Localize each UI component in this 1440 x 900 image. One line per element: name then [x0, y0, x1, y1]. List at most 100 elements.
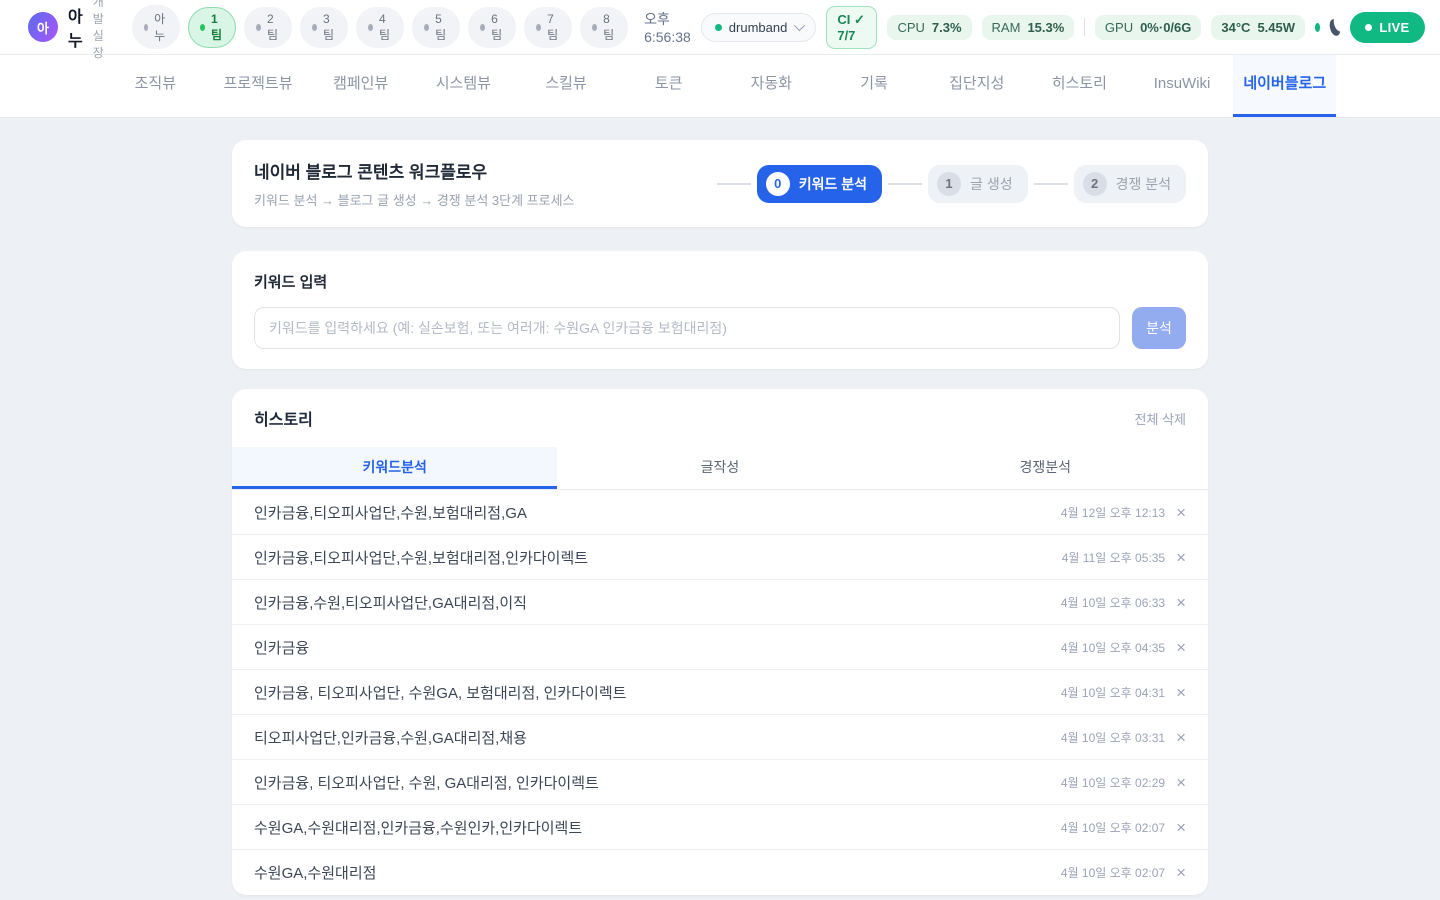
workflow-heading: 네이버 블로그 콘텐츠 워크플로우 키워드 분석 → 블로그 글 생성 → 경쟁… [254, 158, 575, 209]
step-connector [717, 183, 751, 185]
history-card: 히스토리 전체 삭제 키워드분석 글작성 경쟁분석 인카금융,티오피사업단,수원… [232, 389, 1208, 895]
nav-tab[interactable]: 네이버블로그 [1233, 55, 1336, 117]
history-keywords: 인카금융,티오피사업단,수원,보험대리점,인카다이렉트 [254, 547, 588, 568]
nav-tab[interactable]: 캠페인뷰 [309, 55, 412, 117]
history-row[interactable]: 수원GA,수원대리점 4월 10일 오후 02:07 × [232, 850, 1208, 895]
history-row[interactable]: 수원GA,수원대리점,인카금융,수원인카,인카다이렉트 4월 10일 오후 02… [232, 805, 1208, 850]
clock: 오후 6:56:38 [644, 9, 691, 45]
team-badge[interactable]: 7팀 [524, 7, 572, 48]
team-badge[interactable]: 1팀 [188, 7, 236, 48]
nav-tab[interactable]: InsuWiki [1131, 55, 1234, 117]
history-row[interactable]: 인카금융,수원,티오피사업단,GA대리점,이직 4월 10일 오후 06:33 … [232, 580, 1208, 625]
history-row[interactable]: 인카금융,티오피사업단,수원,보험대리점,인카다이렉트 4월 11일 오후 05… [232, 535, 1208, 580]
history-date: 4월 10일 오후 02:07 [1061, 864, 1165, 881]
team-badge-label: 6팀 [491, 12, 504, 43]
team-badge-label: 1팀 [211, 12, 224, 43]
history-keywords: 인카금융,티오피사업단,수원,보험대리점,GA [254, 502, 527, 523]
close-icon[interactable]: × [1176, 684, 1186, 701]
live-dot-icon [1365, 24, 1372, 31]
analyze-button[interactable]: 분석 [1132, 307, 1186, 349]
team-badge[interactable]: 3팀 [300, 7, 348, 48]
nav-tab[interactable]: 시스템뷰 [412, 55, 515, 117]
workflow-subtitle: 키워드 분석 → 블로그 글 생성 → 경쟁 분석 3단계 프로세스 [254, 190, 575, 209]
team-badge[interactable]: 8팀 [580, 7, 628, 48]
user-role: 개발실장 [93, 0, 104, 61]
history-date: 4월 10일 오후 02:07 [1061, 819, 1165, 836]
avatar[interactable]: 아 [28, 12, 58, 42]
nav-tab[interactable]: 스킬뷰 [515, 55, 618, 117]
nav-tab[interactable]: 토큰 [617, 55, 720, 117]
team-dot-icon [368, 24, 373, 31]
nav-tab[interactable]: 집단지성 [925, 55, 1028, 117]
team-badge-label: 8팀 [603, 12, 616, 43]
history-row[interactable]: 인카금융 4월 10일 오후 04:35 × [232, 625, 1208, 670]
step-label: 키워드 분석 [799, 174, 867, 194]
cpu-badge: CPU 7.3% [887, 15, 971, 40]
team-badge[interactable]: 2팀 [244, 7, 292, 48]
history-keywords: 수원GA,수원대리점 [254, 862, 376, 883]
history-row[interactable]: 인카금융, 티오피사업단, 수원, GA대리점, 인카다이렉트 4월 10일 오… [232, 760, 1208, 805]
team-badge-label: 2팀 [267, 12, 280, 43]
workflow-card: 네이버 블로그 콘텐츠 워크플로우 키워드 분석 → 블로그 글 생성 → 경쟁… [232, 140, 1208, 227]
keyword-input-title: 키워드 입력 [254, 271, 1186, 292]
history-date: 4월 10일 오후 02:29 [1061, 774, 1165, 791]
header-right: drumband CI ✓ 7/7 CPU 7.3% RAM 15.3% GPU… [701, 6, 1425, 49]
power-value: 5.45W [1257, 20, 1295, 35]
ram-value: 15.3% [1027, 20, 1064, 35]
history-keywords: 인카금융,수원,티오피사업단,GA대리점,이직 [254, 592, 527, 613]
history-row[interactable]: 인카금융, 티오피사업단, 수원GA, 보험대리점, 인카다이렉트 4월 10일… [232, 670, 1208, 715]
team-dot-icon [480, 24, 485, 31]
close-icon[interactable]: × [1176, 729, 1186, 746]
team-badge[interactable]: 아누 [132, 5, 180, 49]
temp-value: 34°C [1221, 20, 1250, 35]
workflow-steps: 0 키워드 분석 1 글 생성 [711, 165, 1186, 203]
history-row[interactable]: 티오피사업단,인카금융,수원,GA대리점,채용 4월 10일 오후 03:31 … [232, 715, 1208, 760]
history-row[interactable]: 인카금융,티오피사업단,수원,보험대리점,GA 4월 12일 오후 12:13 … [232, 490, 1208, 535]
chevron-down-icon [794, 20, 805, 31]
workflow-step[interactable]: 1 글 생성 [882, 165, 1028, 203]
close-icon[interactable]: × [1176, 819, 1186, 836]
team-badge[interactable]: 5팀 [412, 7, 460, 48]
nav-tab[interactable]: 기록 [823, 55, 926, 117]
history-tab[interactable]: 경쟁분석 [883, 447, 1208, 489]
gpu-value: 0%·0/6G [1140, 20, 1191, 35]
team-badge[interactable]: 4팀 [356, 7, 404, 48]
main-nav: 조직뷰 프로젝트뷰 캠페인뷰 시스템뷰 스킬뷰 토큰 자동화 기록 집단지성 히… [0, 55, 1440, 118]
step-number: 1 [937, 172, 961, 196]
history-date: 4월 10일 오후 06:33 [1061, 594, 1165, 611]
team-badge-group: 아누 1팀 2팀 3팀 4팀 5팀 [132, 5, 628, 49]
history-tab[interactable]: 글작성 [557, 447, 882, 489]
team-dot-icon [256, 24, 261, 31]
step-number: 2 [1083, 172, 1107, 196]
clear-all-button[interactable]: 전체 삭제 [1135, 409, 1186, 428]
live-button[interactable]: LIVE [1350, 12, 1424, 43]
workflow-step[interactable]: 2 경쟁 분석 [1028, 165, 1186, 203]
workflow-step[interactable]: 0 키워드 분석 [711, 165, 882, 203]
close-icon[interactable]: × [1176, 774, 1186, 791]
nav-tab[interactable]: 자동화 [720, 55, 823, 117]
close-icon[interactable]: × [1176, 864, 1186, 881]
team-badge[interactable]: 6팀 [468, 7, 516, 48]
history-tab[interactable]: 키워드분석 [232, 447, 557, 489]
step-number: 0 [766, 172, 790, 196]
step-label: 글 생성 [970, 174, 1013, 194]
close-icon[interactable]: × [1176, 549, 1186, 566]
step-pill: 0 키워드 분석 [757, 165, 882, 203]
ram-label: RAM [992, 20, 1021, 35]
dark-mode-moon-icon[interactable] [1328, 17, 1342, 36]
step-label: 경쟁 분석 [1116, 174, 1171, 194]
keyword-input[interactable] [254, 307, 1120, 349]
nav-tab[interactable]: 프로젝트뷰 [207, 55, 310, 117]
nav-tab[interactable]: 히스토리 [1028, 55, 1131, 117]
step-connector [888, 183, 922, 185]
close-icon[interactable]: × [1176, 504, 1186, 521]
history-keywords: 인카금융 [254, 637, 309, 658]
history-date: 4월 10일 오후 04:35 [1061, 639, 1165, 656]
history-keywords: 인카금융, 티오피사업단, 수원GA, 보험대리점, 인카다이렉트 [254, 682, 626, 703]
close-icon[interactable]: × [1176, 594, 1186, 611]
close-icon[interactable]: × [1176, 639, 1186, 656]
workflow-title: 네이버 블로그 콘텐츠 워크플로우 [254, 158, 575, 183]
workspace-select[interactable]: drumband [701, 13, 817, 42]
history-date: 4월 10일 오후 03:31 [1061, 729, 1165, 746]
nav-tab[interactable]: 조직뷰 [104, 55, 207, 117]
